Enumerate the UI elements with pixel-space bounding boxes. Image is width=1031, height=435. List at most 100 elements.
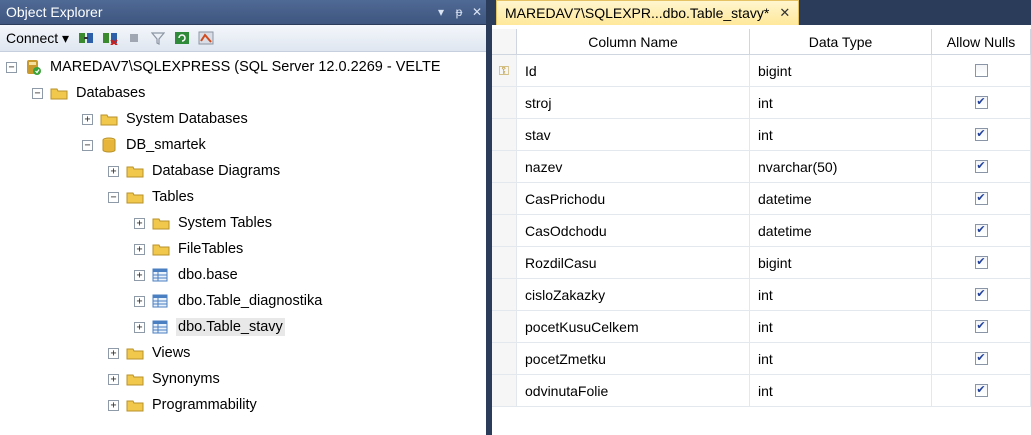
tree-node-dbo-base[interactable]: + dbo.base [134,262,240,288]
collapse-icon[interactable]: − [108,191,119,203]
column-name-header[interactable]: Column Name [517,29,750,54]
tree-node-server[interactable]: − MAREDAV7\SQLEXPRESS (SQL Server 12.0.2… [6,54,443,80]
row-selector[interactable] [492,247,517,278]
data-type-cell[interactable]: int [750,311,932,342]
row-selector[interactable] [492,183,517,214]
disconnect-icon[interactable] [101,30,119,46]
stop-icon[interactable] [125,30,143,46]
table-row[interactable]: stav int ✔ [492,119,1031,151]
column-name-cell[interactable]: Id [517,55,750,86]
allow-nulls-cell: ✔ [932,279,1031,310]
column-name-cell[interactable]: stroj [517,87,750,118]
expand-icon[interactable]: + [82,113,93,125]
column-name-cell[interactable]: nazev [517,151,750,182]
allow-nulls-checkbox[interactable]: ✔ [974,320,988,333]
table-row[interactable]: CasPrichodu datetime ✔ [492,183,1031,215]
filter-icon[interactable] [149,30,167,46]
expand-icon[interactable]: + [134,243,145,255]
close-panel-icon[interactable]: ✕ [468,5,486,19]
data-type-cell[interactable]: int [750,375,932,406]
allow-nulls-checkbox[interactable]: ✔ [974,128,988,141]
collapse-icon[interactable]: − [6,61,17,73]
tab-table-stavy[interactable]: MAREDAV7\SQLEXPR...dbo.Table_stavy* ✕ [496,0,800,25]
table-row[interactable]: stroj int ✔ [492,87,1031,119]
column-name-cell[interactable]: RozdilCasu [517,247,750,278]
refresh-icon[interactable] [173,30,191,46]
collapse-icon[interactable]: − [82,139,93,151]
tree-node-label: System Databases [126,111,248,127]
tree-node-database-diagrams[interactable]: + Database Diagrams [108,158,282,184]
column-name-cell[interactable]: stav [517,119,750,150]
column-name-cell[interactable]: CasPrichodu [517,183,750,214]
expand-icon[interactable]: + [134,269,145,281]
connect-object-icon[interactable] [77,30,95,46]
tree-node-views[interactable]: + Views [108,340,192,366]
column-name-cell[interactable]: pocetKusuCelkem [517,311,750,342]
data-type-cell[interactable]: int [750,343,932,374]
expand-icon[interactable]: + [134,217,145,229]
tree-node-databases[interactable]: − Databases [32,80,147,106]
row-selector[interactable] [492,119,517,150]
column-name-cell[interactable]: odvinutaFolie [517,375,750,406]
column-name-cell[interactable]: cisloZakazky [517,279,750,310]
table-row[interactable]: odvinutaFolie int ✔ [492,375,1031,407]
table-row[interactable]: pocetZmetku int ✔ [492,343,1031,375]
allow-nulls-checkbox[interactable]: ✔ [974,192,988,205]
expand-icon[interactable]: + [108,373,119,385]
expand-icon[interactable]: + [108,347,119,359]
table-row[interactable]: pocetKusuCelkem int ✔ [492,311,1031,343]
allow-nulls-checkbox[interactable]: ✔ [974,160,988,173]
data-type-cell[interactable]: nvarchar(50) [750,151,932,182]
tree-node-programmability[interactable]: + Programmability [108,392,259,418]
collapse-icon[interactable]: − [32,87,43,99]
table-row[interactable]: cisloZakazky int ✔ [492,279,1031,311]
allow-nulls-checkbox[interactable]: ✔ [974,224,988,237]
allow-nulls-checkbox[interactable]: ✔ [974,96,988,109]
column-name-cell[interactable]: pocetZmetku [517,343,750,374]
tree-node-system-tables[interactable]: + System Tables [134,210,274,236]
row-selector[interactable] [492,343,517,374]
activity-monitor-icon[interactable] [197,30,215,46]
allow-nulls-checkbox[interactable]: ✔ [974,384,988,397]
allow-nulls-checkbox[interactable] [974,64,988,77]
allow-nulls-checkbox[interactable]: ✔ [974,256,988,269]
table-row[interactable]: CasOdchodu datetime ✔ [492,215,1031,247]
table-row[interactable]: nazev nvarchar(50) ✔ [492,151,1031,183]
expand-icon[interactable]: + [134,295,145,307]
auto-hide-pin-icon[interactable]: ᵽ [450,5,468,19]
tree-node-system-databases[interactable]: + System Databases [82,106,250,132]
data-type-cell[interactable]: int [750,87,932,118]
data-type-cell[interactable]: datetime [750,183,932,214]
tree-node-filetables[interactable]: + FileTables [134,236,245,262]
expand-icon[interactable]: + [134,321,145,333]
tree-node-db-smartek[interactable]: − DB_smartek [82,132,208,158]
row-selector[interactable]: ⚿ [492,55,517,86]
allow-nulls-checkbox[interactable]: ✔ [974,288,988,301]
tree-node-synonyms[interactable]: + Synonyms [108,366,222,392]
expand-icon[interactable]: + [108,399,119,411]
allow-nulls-checkbox[interactable]: ✔ [974,352,988,365]
allow-nulls-header[interactable]: Allow Nulls [932,29,1031,54]
tree-node-tables[interactable]: − Tables [108,184,196,210]
row-selector[interactable] [492,151,517,182]
row-selector[interactable] [492,375,517,406]
data-type-cell[interactable]: bigint [750,55,932,86]
tree-node-dbo-table-diagnostika[interactable]: + dbo.Table_diagnostika [134,288,324,314]
close-tab-icon[interactable]: ✕ [779,5,790,21]
data-type-header[interactable]: Data Type [750,29,932,54]
expand-icon[interactable]: + [108,165,119,177]
column-name-cell[interactable]: CasOdchodu [517,215,750,246]
row-selector[interactable] [492,311,517,342]
data-type-cell[interactable]: int [750,279,932,310]
data-type-cell[interactable]: datetime [750,215,932,246]
data-type-cell[interactable]: bigint [750,247,932,278]
row-selector[interactable] [492,87,517,118]
row-selector[interactable] [492,215,517,246]
connect-button[interactable]: Connect ▾ [6,30,71,47]
row-selector[interactable] [492,279,517,310]
table-row[interactable]: RozdilCasu bigint ✔ [492,247,1031,279]
window-position-icon[interactable]: ▾ [432,5,450,19]
tree-node-dbo-table-stavy[interactable]: + dbo.Table_stavy [134,314,285,340]
table-row[interactable]: ⚿ Id bigint [492,55,1031,87]
data-type-cell[interactable]: int [750,119,932,150]
